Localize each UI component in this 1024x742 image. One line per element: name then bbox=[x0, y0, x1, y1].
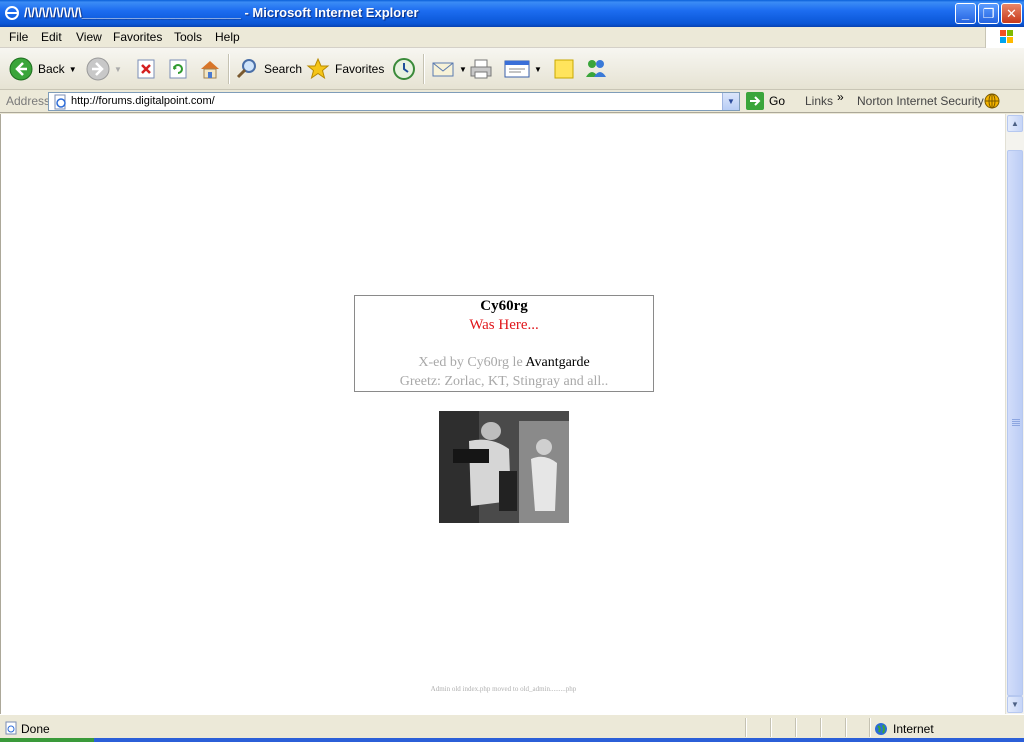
menu-bar: File Edit View Favorites Tools Help bbox=[0, 27, 1024, 48]
edit-dropdown-icon[interactable]: ▼ bbox=[534, 65, 542, 74]
links-chevron[interactable]: » bbox=[837, 90, 844, 104]
maximize-button[interactable]: ❐ bbox=[978, 3, 999, 24]
back-label: Back bbox=[38, 62, 65, 76]
favorites-star-icon bbox=[306, 57, 330, 80]
window-title: /\/\/\/\/\/\/\/\______________________ -… bbox=[24, 5, 419, 20]
back-arrow-icon bbox=[9, 57, 33, 81]
windows-logo bbox=[985, 27, 1024, 48]
go-label: Go bbox=[769, 94, 786, 108]
xed-by-text: X-ed by Cy60rg le Avantgarde bbox=[355, 355, 653, 371]
vertical-scrollbar[interactable]: ▲ ▼ bbox=[1005, 114, 1024, 714]
page-viewport: Cy60rg Was Here... X-ed by Cy60rg le Ava… bbox=[0, 114, 1005, 714]
was-here-text: Was Here... bbox=[469, 317, 539, 333]
scroll-thumb[interactable] bbox=[1007, 150, 1023, 696]
back-dropdown-icon[interactable]: ▼ bbox=[69, 65, 77, 74]
mail-dropdown-icon[interactable]: ▼ bbox=[459, 65, 467, 74]
greetz-text: Greetz: Zorlac, KT, Stingray and all.. bbox=[399, 374, 609, 389]
close-button[interactable]: ✕ bbox=[1001, 3, 1022, 24]
mail-icon bbox=[432, 62, 454, 77]
forward-button[interactable]: ▼ bbox=[86, 55, 122, 83]
stop-icon bbox=[137, 59, 155, 79]
notes-button[interactable] bbox=[552, 55, 576, 83]
forward-dropdown-icon[interactable]: ▼ bbox=[114, 65, 122, 74]
links-toolbar-label[interactable]: Links bbox=[805, 94, 833, 108]
stop-button[interactable] bbox=[135, 55, 157, 83]
search-button[interactable]: Search bbox=[235, 55, 302, 83]
page-done-icon bbox=[5, 721, 17, 735]
footnote-text: Admin old index.php moved to old_admin..… bbox=[430, 685, 577, 693]
menu-view[interactable]: View bbox=[76, 30, 102, 44]
status-divider bbox=[820, 718, 822, 737]
xed-prefix: X-ed by Cy60rg le bbox=[418, 355, 526, 370]
home-button[interactable] bbox=[198, 55, 222, 83]
grayscale-photo bbox=[439, 411, 569, 523]
status-divider bbox=[869, 718, 871, 737]
notes-icon bbox=[554, 59, 574, 79]
go-button[interactable]: Go bbox=[746, 92, 785, 110]
security-zone-text: Internet bbox=[893, 722, 934, 736]
page-heading: Cy60rg bbox=[480, 298, 528, 314]
status-divider bbox=[770, 718, 772, 737]
norton-toolbar-label[interactable]: Norton Internet Security bbox=[857, 94, 984, 108]
home-icon bbox=[201, 61, 219, 79]
minimize-button[interactable]: _ bbox=[955, 3, 976, 24]
scroll-down-button[interactable]: ▼ bbox=[1007, 696, 1023, 713]
address-bar: Address http://forums.digitalpoint.com/ … bbox=[0, 90, 1024, 113]
ie-icon bbox=[5, 6, 19, 20]
defacement-message-box: Cy60rg Was Here... X-ed by Cy60rg le Ava… bbox=[354, 295, 654, 392]
windows-logo-icon bbox=[1000, 30, 1013, 43]
scroll-grip-icon bbox=[1012, 419, 1020, 427]
menu-help[interactable]: Help bbox=[215, 30, 240, 44]
status-text: Done bbox=[21, 722, 50, 736]
print-icon bbox=[470, 59, 492, 79]
forward-arrow-icon bbox=[86, 57, 110, 81]
title-bar: /\/\/\/\/\/\/\/\______________________ -… bbox=[0, 0, 1024, 27]
favorites-label: Favorites bbox=[335, 62, 385, 76]
print-button[interactable] bbox=[469, 55, 493, 83]
norton-globe-icon[interactable] bbox=[984, 93, 1000, 109]
messenger-icon bbox=[586, 60, 606, 77]
address-dropdown-icon[interactable]: ▼ bbox=[722, 93, 739, 110]
internet-globe-icon bbox=[875, 723, 887, 735]
address-url[interactable]: http://forums.digitalpoint.com/ bbox=[71, 95, 215, 107]
history-button[interactable] bbox=[392, 55, 416, 83]
xed-avantgarde: Avantgarde bbox=[525, 355, 590, 370]
refresh-button[interactable] bbox=[167, 55, 189, 83]
menu-file[interactable]: File bbox=[9, 30, 28, 44]
mail-button[interactable]: ▼ bbox=[431, 55, 467, 83]
toolbar-separator bbox=[228, 54, 230, 84]
favorites-button[interactable]: Favorites bbox=[306, 55, 384, 83]
edit-icon bbox=[504, 60, 530, 78]
status-divider bbox=[845, 718, 847, 737]
search-icon bbox=[236, 59, 256, 79]
standard-toolbar: Back ▼ ▼ Search Favorites ▼ ▼ bbox=[0, 48, 1024, 90]
status-divider bbox=[795, 718, 797, 737]
back-button[interactable]: Back ▼ bbox=[9, 55, 77, 83]
menu-edit[interactable]: Edit bbox=[41, 30, 62, 44]
messenger-button[interactable] bbox=[584, 55, 608, 83]
edit-button[interactable]: ▼ bbox=[504, 55, 542, 83]
history-icon bbox=[393, 58, 415, 80]
address-label: Address bbox=[6, 94, 51, 108]
toolbar-separator bbox=[423, 54, 425, 84]
status-divider bbox=[745, 718, 747, 737]
page-icon bbox=[54, 94, 66, 110]
taskbar-edge bbox=[0, 738, 1024, 742]
menu-favorites[interactable]: Favorites bbox=[113, 30, 162, 44]
refresh-icon bbox=[169, 59, 187, 79]
menu-tools[interactable]: Tools bbox=[174, 30, 202, 44]
go-arrow-icon bbox=[746, 92, 764, 110]
scroll-up-button[interactable]: ▲ bbox=[1007, 115, 1023, 132]
search-label: Search bbox=[264, 62, 303, 76]
address-input[interactable]: http://forums.digitalpoint.com/ ▼ bbox=[48, 92, 740, 111]
